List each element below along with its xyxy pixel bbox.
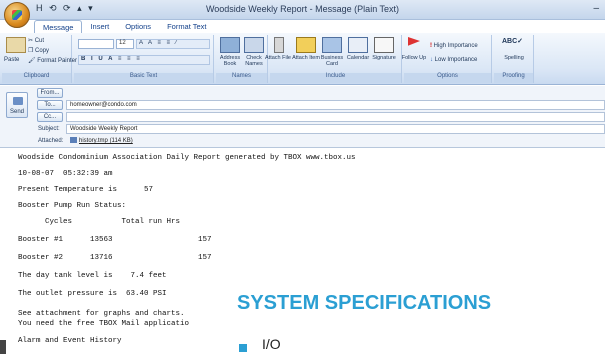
paste-button[interactable]: Paste (4, 57, 19, 63)
paste-icon[interactable] (6, 37, 26, 53)
tab-message[interactable]: Message (34, 20, 83, 34)
clipboard-label: Clipboard (2, 73, 71, 83)
font-size-box[interactable]: 12 (116, 39, 134, 49)
basic-text-label: Basic Text (74, 73, 213, 83)
business-card-button[interactable]: Business Card (318, 55, 346, 67)
body-line: Cycles Total run Hrs (18, 218, 181, 226)
calendar-icon[interactable] (348, 37, 368, 53)
names-label: Names (216, 73, 267, 83)
cut-button[interactable]: ✂ Cut (28, 37, 44, 44)
cc-field[interactable] (66, 112, 605, 122)
attachment-icon (70, 137, 77, 143)
body-line: Present Temperature is 57 (18, 186, 154, 194)
clipboard-group: Paste ✂ Cut ❐ Copy 🖌 Format Painter Clip… (2, 35, 77, 83)
ribbon: Paste ✂ Cut ❐ Copy 🖌 Format Painter Clip… (0, 33, 605, 85)
options-label: Options (404, 73, 491, 83)
include-label: Include (270, 73, 401, 83)
ribbon-tabs: Message Insert Options Format Text (34, 20, 215, 34)
attached-label: Attached: (38, 138, 64, 144)
calendar-button[interactable]: Calendar (344, 55, 372, 61)
format-painter-label: Format Painter (37, 58, 77, 64)
copy-button[interactable]: ❐ Copy (28, 47, 49, 54)
business-card-icon[interactable] (322, 37, 342, 53)
body-line: Booster #1 13563 157 (18, 236, 212, 244)
high-importance-button[interactable]: ! High Importance (430, 43, 478, 49)
office-button[interactable] (4, 2, 30, 28)
from-button[interactable]: From... (37, 88, 63, 98)
signature-button[interactable]: Signature (370, 55, 398, 61)
address-book-icon[interactable] (220, 37, 240, 53)
cc-button[interactable]: Cc... (37, 112, 63, 122)
attachment-name: history.tmp (114 KB) (79, 138, 133, 144)
subject-field[interactable]: Woodside Weekly Report (66, 124, 605, 134)
low-importance-icon: ↓ (430, 57, 433, 63)
flag-icon[interactable] (408, 37, 420, 46)
attach-file-button[interactable]: Attach File (264, 55, 292, 61)
spelling-icon[interactable]: ABC✓ (502, 37, 523, 45)
proofing-group: ABC✓ Spelling Proofing (494, 35, 534, 83)
body-line: Woodside Condominium Association Daily R… (18, 154, 356, 162)
bullet-icon (239, 344, 247, 352)
tab-options[interactable]: Options (117, 20, 159, 34)
attach-item-button[interactable]: Attach Item (292, 55, 320, 61)
send-button[interactable]: Send (6, 92, 28, 118)
body-line: The day tank level is 7.4 feet (18, 272, 167, 280)
body-line: See attachment for graphs and charts. (18, 310, 185, 318)
body-line: Alarm and Event History (18, 337, 122, 345)
tab-insert[interactable]: Insert (82, 20, 117, 34)
to-button[interactable]: To... (37, 100, 63, 110)
format-buttons-row2[interactable]: B I U A ≡ ≡ ≡ (78, 55, 210, 65)
font-name-box[interactable] (78, 39, 114, 49)
body-line: The outlet pressure is 63.40 PSI (18, 290, 167, 298)
proofing-label: Proofing (494, 73, 533, 83)
window-title: Woodside Weekly Report - Message (Plain … (205, 4, 400, 14)
basic-text-group: 12 A A ≡ ≡ ⁄ B I U A ≡ ≡ ≡ Basic Text (74, 35, 214, 83)
low-importance-label: Low Importance (434, 57, 478, 63)
message-header: Send From... To... homeowner@condo.com C… (0, 86, 605, 148)
options-group: Follow Up ! High Importance ↓ Low Import… (402, 35, 492, 83)
section-heading: SYSTEM SPECIFICATIONS (237, 292, 492, 314)
check-names-icon[interactable] (244, 37, 264, 53)
spelling-button[interactable]: Spelling (500, 55, 528, 61)
low-importance-button[interactable]: ↓ Low Importance (430, 57, 477, 63)
tab-format-text[interactable]: Format Text (159, 20, 214, 34)
attachment-item[interactable]: history.tmp (114 KB) (66, 136, 605, 146)
paperclip-icon[interactable] (274, 37, 284, 53)
names-group: Address Book Check Names Names (216, 35, 268, 83)
high-importance-label: High Importance (433, 43, 478, 49)
body-line: Booster #2 13716 157 (18, 254, 212, 262)
cut-label: Cut (34, 38, 45, 44)
minimize-button[interactable]: – (593, 3, 599, 14)
high-importance-icon: ! (430, 43, 432, 49)
left-edge-bar (0, 340, 6, 354)
subject-label: Subject: (38, 126, 60, 132)
bullet-text: I/O (262, 336, 281, 352)
signature-icon[interactable] (374, 37, 394, 53)
body-line: You need the free TBOX Mail applicatio (18, 320, 190, 328)
body-line: 10-08-07 05:32:39 am (18, 170, 113, 178)
format-buttons-row1[interactable]: A A ≡ ≡ ⁄ (136, 39, 210, 49)
include-group: Attach File Attach Item Business Card Ca… (265, 35, 402, 83)
format-painter-button[interactable]: 🖌 Format Painter (28, 57, 77, 64)
body-line: Booster Pump Run Status: (18, 202, 127, 210)
attach-item-icon[interactable] (296, 37, 316, 53)
to-field[interactable]: homeowner@condo.com (66, 100, 605, 110)
title-bar: H ⟲ ⟳ ▴ ▾ Woodside Weekly Report - Messa… (0, 0, 605, 20)
follow-up-button[interactable]: Follow Up (400, 55, 428, 61)
copy-label: Copy (35, 48, 50, 54)
